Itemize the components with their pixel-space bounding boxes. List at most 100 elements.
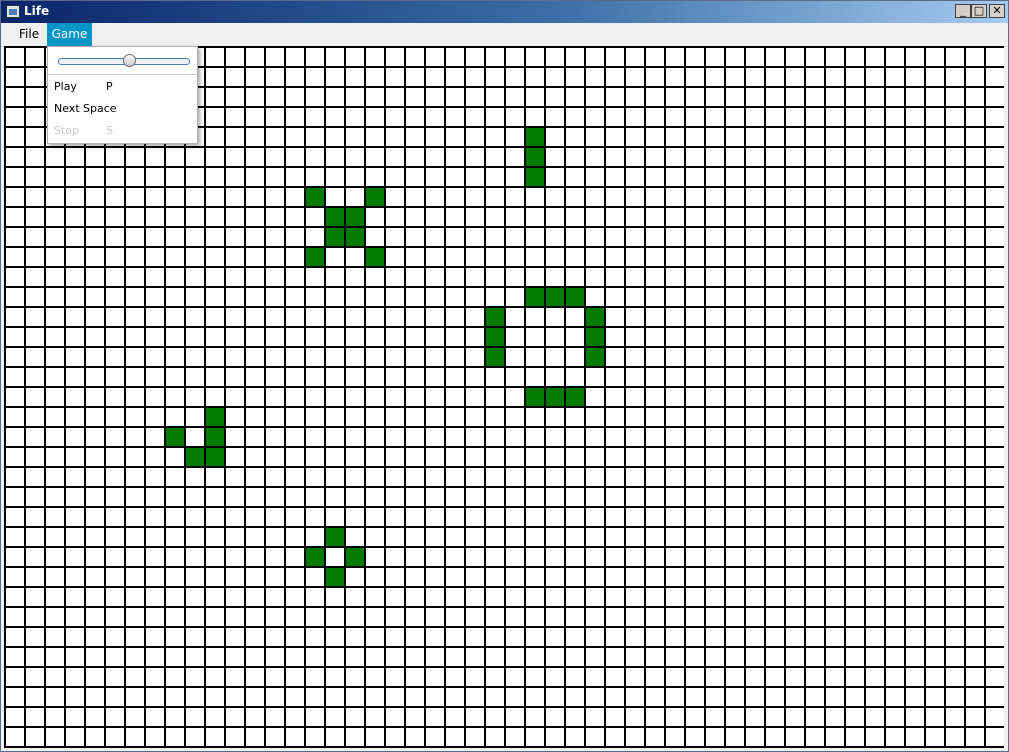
dead-cell[interactable]	[204, 346, 226, 368]
dead-cell[interactable]	[604, 626, 626, 648]
dead-cell[interactable]	[664, 626, 686, 648]
dead-cell[interactable]	[284, 406, 306, 428]
dead-cell[interactable]	[484, 666, 506, 688]
dead-cell[interactable]	[424, 46, 446, 68]
dead-cell[interactable]	[364, 86, 386, 108]
dead-cell[interactable]	[284, 186, 306, 208]
dead-cell[interactable]	[104, 566, 126, 588]
dead-cell[interactable]	[484, 526, 506, 548]
dead-cell[interactable]	[264, 446, 286, 468]
dead-cell[interactable]	[664, 386, 686, 408]
dead-cell[interactable]	[744, 466, 766, 488]
dead-cell[interactable]	[444, 166, 466, 188]
dead-cell[interactable]	[804, 646, 826, 668]
dead-cell[interactable]	[164, 166, 186, 188]
dead-cell[interactable]	[364, 546, 386, 568]
dead-cell[interactable]	[24, 166, 46, 188]
dead-cell[interactable]	[264, 606, 286, 628]
dead-cell[interactable]	[284, 346, 306, 368]
dead-cell[interactable]	[424, 346, 446, 368]
dead-cell[interactable]	[424, 466, 446, 488]
dead-cell[interactable]	[704, 366, 726, 388]
dead-cell[interactable]	[724, 666, 746, 688]
dead-cell[interactable]	[764, 246, 786, 268]
dead-cell[interactable]	[484, 166, 506, 188]
dead-cell[interactable]	[104, 326, 126, 348]
dead-cell[interactable]	[644, 86, 666, 108]
dead-cell[interactable]	[124, 146, 146, 168]
dead-cell[interactable]	[224, 706, 246, 728]
dead-cell[interactable]	[324, 166, 346, 188]
dead-cell[interactable]	[784, 206, 806, 228]
dead-cell[interactable]	[204, 386, 226, 408]
dead-cell[interactable]	[624, 586, 646, 608]
dead-cell[interactable]	[84, 546, 106, 568]
dead-cell[interactable]	[364, 686, 386, 708]
dead-cell[interactable]	[864, 266, 886, 288]
dead-cell[interactable]	[424, 266, 446, 288]
dead-cell[interactable]	[824, 506, 846, 528]
dead-cell[interactable]	[344, 286, 366, 308]
dead-cell[interactable]	[44, 286, 66, 308]
dead-cell[interactable]	[4, 206, 26, 228]
dead-cell[interactable]	[964, 86, 986, 108]
dead-cell[interactable]	[4, 466, 26, 488]
dead-cell[interactable]	[424, 666, 446, 688]
dead-cell[interactable]	[984, 186, 1004, 208]
dead-cell[interactable]	[644, 106, 666, 128]
dead-cell[interactable]	[564, 246, 586, 268]
dead-cell[interactable]	[184, 386, 206, 408]
dead-cell[interactable]	[304, 266, 326, 288]
dead-cell[interactable]	[344, 606, 366, 628]
dead-cell[interactable]	[904, 306, 926, 328]
dead-cell[interactable]	[864, 386, 886, 408]
dead-cell[interactable]	[744, 146, 766, 168]
dead-cell[interactable]	[424, 406, 446, 428]
dead-cell[interactable]	[164, 326, 186, 348]
dead-cell[interactable]	[624, 566, 646, 588]
dead-cell[interactable]	[544, 426, 566, 448]
dead-cell[interactable]	[104, 686, 126, 708]
dead-cell[interactable]	[984, 706, 1004, 728]
dead-cell[interactable]	[484, 486, 506, 508]
dead-cell[interactable]	[304, 406, 326, 428]
dead-cell[interactable]	[844, 466, 866, 488]
dead-cell[interactable]	[344, 506, 366, 528]
dead-cell[interactable]	[544, 406, 566, 428]
live-cell[interactable]	[304, 186, 326, 208]
dead-cell[interactable]	[704, 646, 726, 668]
dead-cell[interactable]	[164, 446, 186, 468]
dead-cell[interactable]	[344, 186, 366, 208]
dead-cell[interactable]	[504, 366, 526, 388]
dead-cell[interactable]	[244, 666, 266, 688]
dead-cell[interactable]	[24, 66, 46, 88]
dead-cell[interactable]	[644, 446, 666, 468]
dead-cell[interactable]	[224, 586, 246, 608]
dead-cell[interactable]	[24, 426, 46, 448]
dead-cell[interactable]	[344, 406, 366, 428]
dead-cell[interactable]	[624, 66, 646, 88]
dead-cell[interactable]	[904, 86, 926, 108]
dead-cell[interactable]	[804, 486, 826, 508]
dead-cell[interactable]	[964, 246, 986, 268]
dead-cell[interactable]	[984, 166, 1004, 188]
dead-cell[interactable]	[664, 46, 686, 68]
dead-cell[interactable]	[484, 366, 506, 388]
dead-cell[interactable]	[924, 246, 946, 268]
dead-cell[interactable]	[864, 126, 886, 148]
dead-cell[interactable]	[764, 446, 786, 468]
dead-cell[interactable]	[224, 266, 246, 288]
dead-cell[interactable]	[344, 366, 366, 388]
dead-cell[interactable]	[244, 166, 266, 188]
dead-cell[interactable]	[604, 306, 626, 328]
dead-cell[interactable]	[524, 306, 546, 328]
dead-cell[interactable]	[924, 286, 946, 308]
dead-cell[interactable]	[204, 506, 226, 528]
dead-cell[interactable]	[344, 46, 366, 68]
dead-cell[interactable]	[484, 646, 506, 668]
dead-cell[interactable]	[464, 66, 486, 88]
dead-cell[interactable]	[404, 606, 426, 628]
dead-cell[interactable]	[844, 726, 866, 748]
dead-cell[interactable]	[284, 566, 306, 588]
dead-cell[interactable]	[124, 326, 146, 348]
